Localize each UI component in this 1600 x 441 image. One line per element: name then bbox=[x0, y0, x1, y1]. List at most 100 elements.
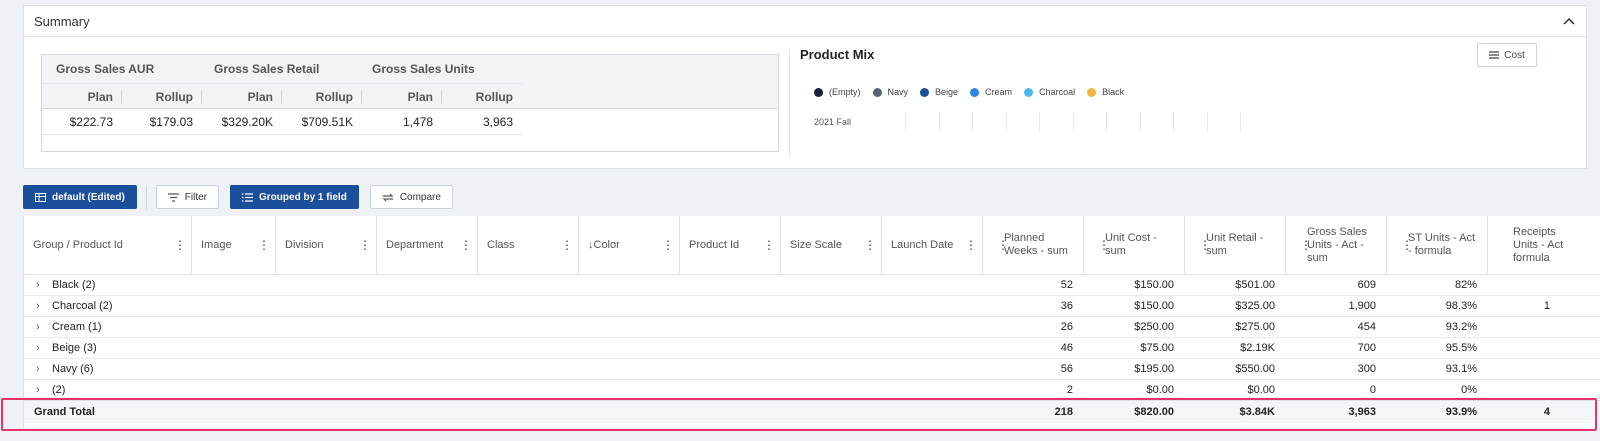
legend-dot-icon bbox=[970, 87, 980, 97]
column-menu-icon[interactable]: ⋮ bbox=[997, 238, 1009, 252]
column-header-group[interactable]: Group / Product Id ⋮ bbox=[24, 216, 192, 274]
column-header-size-scale[interactable]: Size Scale ⋮ bbox=[781, 216, 882, 274]
chevron-right-icon[interactable]: › bbox=[36, 359, 42, 380]
column-header-department[interactable]: Department ⋮ bbox=[377, 216, 478, 274]
compare-button[interactable]: Compare bbox=[369, 185, 453, 209]
column-menu-icon[interactable]: ⋮ bbox=[965, 238, 977, 252]
total-st-units: 93.9% bbox=[1445, 405, 1477, 418]
product-mix-row-label: 2021 Fall bbox=[814, 117, 852, 127]
legend-label: Black bbox=[1102, 87, 1125, 97]
product-mix-legend: (Empty) Navy Beige Cream Charcoal Black bbox=[814, 87, 1124, 97]
group-cell: › Charcoal (2) bbox=[24, 296, 981, 317]
cell-cost: $150.00 bbox=[1134, 299, 1174, 312]
legend-label: Charcoal bbox=[1039, 87, 1076, 97]
cell-units: 700 bbox=[1357, 341, 1376, 354]
cell-receipts bbox=[1486, 380, 1559, 401]
cost-button[interactable]: Cost bbox=[1477, 43, 1537, 67]
table-row[interactable]: › (2) 2 $0.00 $0.00 0 0% bbox=[24, 380, 1600, 401]
metric-subheader: Rollup bbox=[315, 89, 353, 104]
compare-icon bbox=[382, 193, 394, 201]
legend-dot-icon bbox=[1024, 87, 1034, 97]
cell-weeks: 46 bbox=[1060, 341, 1073, 354]
table-row[interactable]: › Navy (6) 56 $195.00 $550.00 300 93.1% bbox=[24, 359, 1600, 380]
column-menu-icon[interactable]: ⋮ bbox=[460, 238, 472, 252]
group-by-button[interactable]: Grouped by 1 field bbox=[230, 185, 359, 209]
legend-label: Beige bbox=[935, 87, 959, 97]
column-menu-icon[interactable]: ⋮ bbox=[1300, 238, 1312, 252]
legend-item[interactable]: (Empty) bbox=[814, 87, 861, 97]
total-receipts-units: 4 bbox=[1543, 405, 1550, 418]
column-menu-icon[interactable]: ⋮ bbox=[662, 238, 674, 252]
cell-weeks: 52 bbox=[1060, 278, 1073, 291]
cell-units: 300 bbox=[1357, 362, 1376, 375]
legend-dot-icon bbox=[814, 87, 823, 97]
metric-value: $222.73 bbox=[69, 114, 113, 129]
metric-value: $179.03 bbox=[149, 114, 193, 129]
chevron-right-icon[interactable]: › bbox=[36, 317, 42, 338]
column-header-receipts-units[interactable]: Receipts Units - Act formula bbox=[1488, 216, 1578, 274]
list-icon bbox=[242, 192, 254, 202]
cell-retail: $0.00 bbox=[1247, 383, 1275, 396]
chevron-right-icon[interactable]: › bbox=[36, 275, 42, 296]
column-header-gross-sales-units[interactable]: ⋮ Gross Sales Units - Act - sum bbox=[1286, 216, 1387, 274]
metric-subheader: Rollup bbox=[155, 89, 193, 104]
legend-label: Cream bbox=[985, 87, 1013, 97]
column-menu-icon[interactable]: ⋮ bbox=[561, 238, 573, 252]
total-unit-cost: $820.00 bbox=[1134, 405, 1174, 418]
column-header-class[interactable]: Class ⋮ bbox=[478, 216, 579, 274]
grid-header-row: Group / Product Id ⋮ Image ⋮ Division ⋮ … bbox=[24, 216, 1600, 275]
cell-receipts bbox=[1486, 338, 1559, 359]
metric-value: 1,478 bbox=[402, 114, 433, 129]
legend-dot-icon bbox=[920, 87, 930, 97]
grid-toolbar: default (Edited) Filter Grouped by 1 fie… bbox=[23, 185, 453, 209]
column-header-division[interactable]: Division ⋮ bbox=[276, 216, 377, 274]
legend-item[interactable]: Beige bbox=[920, 87, 958, 97]
legend-label: (Empty) bbox=[829, 87, 861, 97]
table-row[interactable]: › Beige (3) 46 $75.00 $2.19K 700 95.5% bbox=[24, 338, 1600, 359]
filter-icon bbox=[167, 192, 179, 202]
column-header-planned-weeks[interactable]: ⋮ Planned Weeks - sum bbox=[983, 216, 1084, 274]
total-unit-retail: $3.84K bbox=[1239, 405, 1275, 418]
legend-item[interactable]: Cream bbox=[970, 87, 1012, 97]
chevron-right-icon[interactable]: › bbox=[36, 296, 42, 317]
column-header-unit-cost[interactable]: ⋮ Unit Cost - sum bbox=[1084, 216, 1185, 274]
filter-button[interactable]: Filter bbox=[155, 185, 220, 209]
column-menu-icon[interactable]: ⋮ bbox=[1199, 238, 1211, 252]
cell-retail: $501.00 bbox=[1235, 278, 1275, 291]
legend-dot-icon bbox=[1087, 87, 1097, 97]
table-row[interactable]: › Charcoal (2) 36 $150.00 $325.00 1,900 98.3% 1 bbox=[24, 296, 1600, 317]
legend-item[interactable]: Navy bbox=[872, 87, 908, 97]
cell-retail: $550.00 bbox=[1235, 362, 1275, 375]
column-menu-icon[interactable]: ⋮ bbox=[1401, 238, 1413, 252]
view-select-label: default (Edited) bbox=[52, 191, 125, 203]
column-menu-icon[interactable]: ⋮ bbox=[763, 238, 775, 252]
legend-item[interactable]: Charcoal bbox=[1024, 87, 1075, 97]
chevron-right-icon[interactable]: › bbox=[36, 380, 42, 401]
column-header-launch-date[interactable]: Launch Date ⋮ bbox=[882, 216, 983, 274]
summary-header[interactable]: Summary bbox=[24, 6, 1586, 37]
divider bbox=[789, 50, 790, 156]
column-header-color[interactable]: ↓Color ⋮ bbox=[579, 216, 680, 274]
column-menu-icon[interactable]: ⋮ bbox=[864, 238, 876, 252]
cell-cost: $150.00 bbox=[1134, 278, 1174, 291]
column-menu-icon[interactable]: ⋮ bbox=[1098, 238, 1110, 252]
table-row[interactable]: › Cream (1) 26 $250.00 $275.00 454 93.2% bbox=[24, 317, 1600, 338]
cell-receipts bbox=[1486, 275, 1559, 296]
cell-receipts bbox=[1486, 359, 1559, 380]
table-row[interactable]: › Black (2) 52 $150.00 $501.00 609 82% bbox=[24, 275, 1600, 296]
metric-value: $329.20K bbox=[221, 114, 273, 129]
legend-item[interactable]: Black bbox=[1087, 87, 1124, 97]
column-menu-icon[interactable]: ⋮ bbox=[258, 238, 270, 252]
column-menu-icon[interactable]: ⋮ bbox=[359, 238, 371, 252]
column-menu-icon[interactable]: ⋮ bbox=[174, 238, 186, 252]
column-header-image[interactable]: Image ⋮ bbox=[192, 216, 276, 274]
chevron-right-icon[interactable]: › bbox=[36, 338, 42, 359]
chevron-up-icon[interactable] bbox=[1562, 14, 1576, 28]
metric-value: $709.51K bbox=[301, 114, 353, 129]
metric-subheader: Plan bbox=[247, 89, 273, 104]
column-header-unit-retail[interactable]: ⋮ Unit Retail - sum bbox=[1185, 216, 1286, 274]
view-select-button[interactable]: default (Edited) bbox=[23, 185, 137, 209]
column-header-product-id[interactable]: Product Id ⋮ bbox=[680, 216, 781, 274]
column-header-st-units[interactable]: ⋮ ST Units - Act - formula bbox=[1387, 216, 1488, 274]
group-cell: › (2) bbox=[24, 380, 981, 401]
